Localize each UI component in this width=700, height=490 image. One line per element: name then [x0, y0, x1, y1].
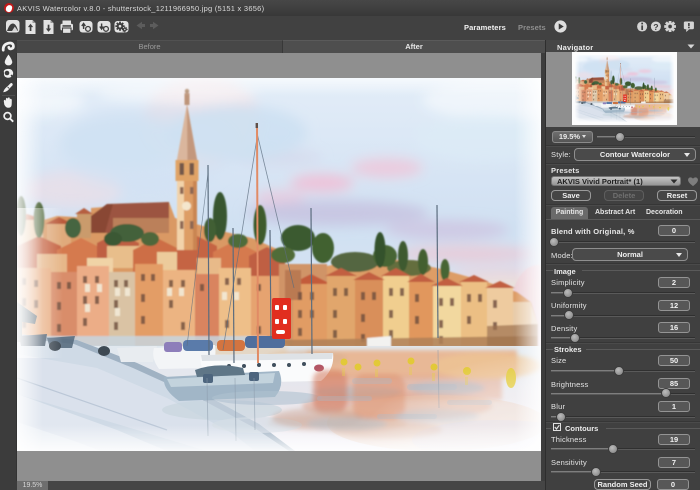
svg-text:?: ?	[653, 22, 658, 32]
